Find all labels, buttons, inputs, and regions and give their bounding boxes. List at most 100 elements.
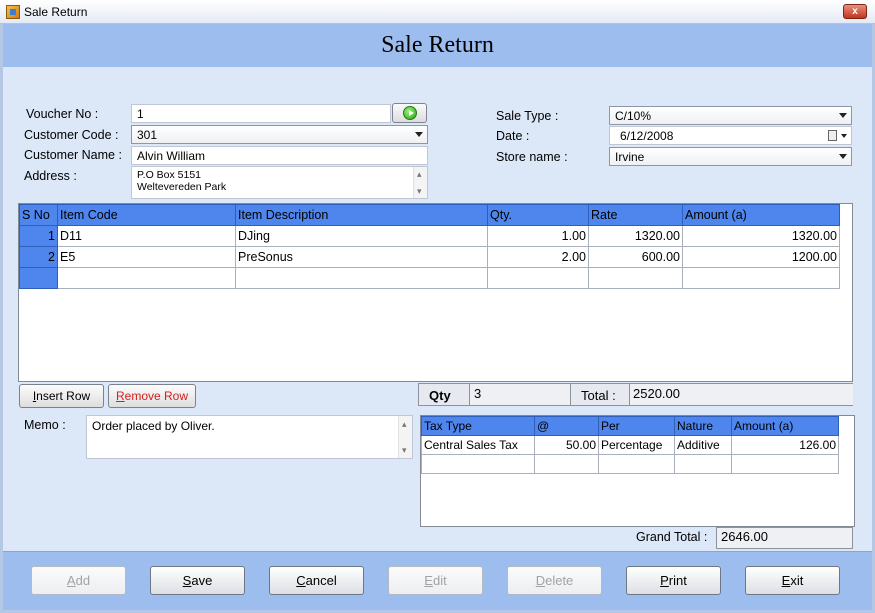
remove-row-button[interactable]: Remove Row [108,384,196,408]
cell-tax-per[interactable] [598,454,675,474]
address-scrollbar[interactable] [413,167,427,198]
cell-rate[interactable]: 600.00 [588,246,683,268]
save-button[interactable]: Save [150,566,245,595]
go-button[interactable] [392,103,427,123]
cell-qty[interactable] [487,267,589,289]
customer-name-label: Customer Name : [24,148,122,162]
items-header-row: S No Item Code Item Description Qty. Rat… [19,204,840,226]
col-tax-at[interactable]: @ [534,416,599,436]
store-label: Store name : [496,150,568,164]
voucher-label: Voucher No : [26,107,99,121]
cell-sno: 2 [19,246,58,268]
arrow-right-icon [403,106,417,120]
total-label: Total : [581,388,616,403]
print-button[interactable]: Print [626,566,721,595]
items-table: S No Item Code Item Description Qty. Rat… [19,204,840,289]
cell-qty[interactable]: 2.00 [487,246,589,268]
cell-tax-nature[interactable]: Additive [674,435,732,455]
date-picker[interactable]: 6/12/2008 [609,126,852,145]
table-row-new[interactable] [421,454,839,474]
items-grid[interactable]: S No Item Code Item Description Qty. Rat… [18,203,853,382]
tax-header-row: Tax Type @ Per Nature Amount (a) [421,416,839,436]
app-icon [6,5,20,19]
table-row[interactable]: Central Sales Tax 50.00 Percentage Addit… [421,435,839,455]
table-row[interactable]: 2 E5 PreSonus 2.00 600.00 1200.00 [19,246,840,268]
cell-tax-amount[interactable]: 126.00 [731,435,839,455]
cell-item-code[interactable]: E5 [57,246,236,268]
customer-name-input[interactable]: Alvin William [131,146,428,165]
calendar-icon[interactable] [828,130,837,141]
cell-tax-amount[interactable] [731,454,839,474]
tax-grid[interactable]: Tax Type @ Per Nature Amount (a) Central… [420,415,855,527]
table-row-new[interactable] [19,267,840,289]
memo-value: Order placed by Oliver. [92,419,215,433]
store-value: Irvine [615,150,645,164]
col-rate[interactable]: Rate [588,204,683,226]
cell-rate[interactable]: 1320.00 [588,225,683,247]
tax-table: Tax Type @ Per Nature Amount (a) Central… [421,416,839,474]
qty-summary-value: 3 [474,386,482,401]
grand-total-value: 2646.00 [716,527,853,549]
address-line-1: P.O Box 5151 [137,169,202,181]
close-window-button[interactable]: x [843,4,867,19]
cell-rate[interactable] [588,267,683,289]
col-qty[interactable]: Qty. [487,204,589,226]
cell-tax-nature[interactable] [674,454,732,474]
col-tax-per[interactable]: Per [598,416,675,436]
cell-item-code[interactable] [57,267,236,289]
add-button[interactable]: Add [31,566,126,595]
window-titlebar: Sale Return x [0,0,875,24]
cell-sno [19,267,58,289]
grand-total-label: Grand Total : [636,530,708,544]
edit-button[interactable]: Edit [388,566,483,595]
col-sno[interactable]: S No [19,204,58,226]
voucher-input[interactable]: 1 [131,104,391,123]
sale-type-label: Sale Type : [496,109,559,123]
insert-row-button[interactable]: Insert Row [19,384,104,408]
col-tax-amount[interactable]: Amount (a) [731,416,839,436]
memo-textarea[interactable]: Order placed by Oliver. [86,415,413,459]
sale-type-select[interactable]: C/10% [609,106,852,125]
date-value: 6/12/2008 [620,129,674,143]
chevron-down-icon [839,113,847,118]
qty-summary-field [469,384,570,405]
exit-button[interactable]: Exit [745,566,840,595]
page-title: Sale Return [381,32,494,58]
col-tax-type[interactable]: Tax Type [421,416,535,436]
cell-amount[interactable] [682,267,840,289]
cell-item-description[interactable]: DJing [235,225,488,247]
cell-item-description[interactable] [235,267,488,289]
address-line-2: Weltevereden Park [137,181,227,193]
window-title: Sale Return [24,5,88,19]
col-item-code[interactable]: Item Code [57,204,236,226]
customer-code-select[interactable]: 301 [131,125,428,144]
cell-tax-per[interactable]: Percentage [598,435,675,455]
col-amount[interactable]: Amount (a) [682,204,840,226]
cell-amount[interactable]: 1200.00 [682,246,840,268]
cell-tax-at[interactable] [534,454,599,474]
cell-item-description[interactable]: PreSonus [235,246,488,268]
date-label: Date : [496,129,530,143]
delete-button[interactable]: Delete [507,566,602,595]
form-header: Sale Return [3,24,872,67]
cell-qty[interactable]: 1.00 [487,225,589,247]
table-row[interactable]: 1 D11 DJing 1.00 1320.00 1320.00 [19,225,840,247]
cell-tax-type[interactable] [421,454,535,474]
cell-item-code[interactable]: D11 [57,225,236,247]
cancel-button[interactable]: Cancel [269,566,364,595]
chevron-down-icon [415,132,423,137]
chevron-down-icon [839,154,847,159]
store-select[interactable]: Irvine [609,147,852,166]
col-tax-nature[interactable]: Nature [674,416,732,436]
sale-type-value: C/10% [615,109,652,123]
col-item-description[interactable]: Item Description [235,204,488,226]
address-textarea[interactable]: P.O Box 5151 Weltevereden Park [131,166,428,199]
cell-tax-type[interactable]: Central Sales Tax [421,435,535,455]
chevron-down-icon [841,134,847,138]
total-value: 2520.00 [633,386,680,401]
memo-scrollbar[interactable] [398,416,412,458]
cell-amount[interactable]: 1320.00 [682,225,840,247]
qty-summary-label: Qty [429,388,451,403]
address-label: Address : [24,169,77,183]
cell-tax-at[interactable]: 50.00 [534,435,599,455]
